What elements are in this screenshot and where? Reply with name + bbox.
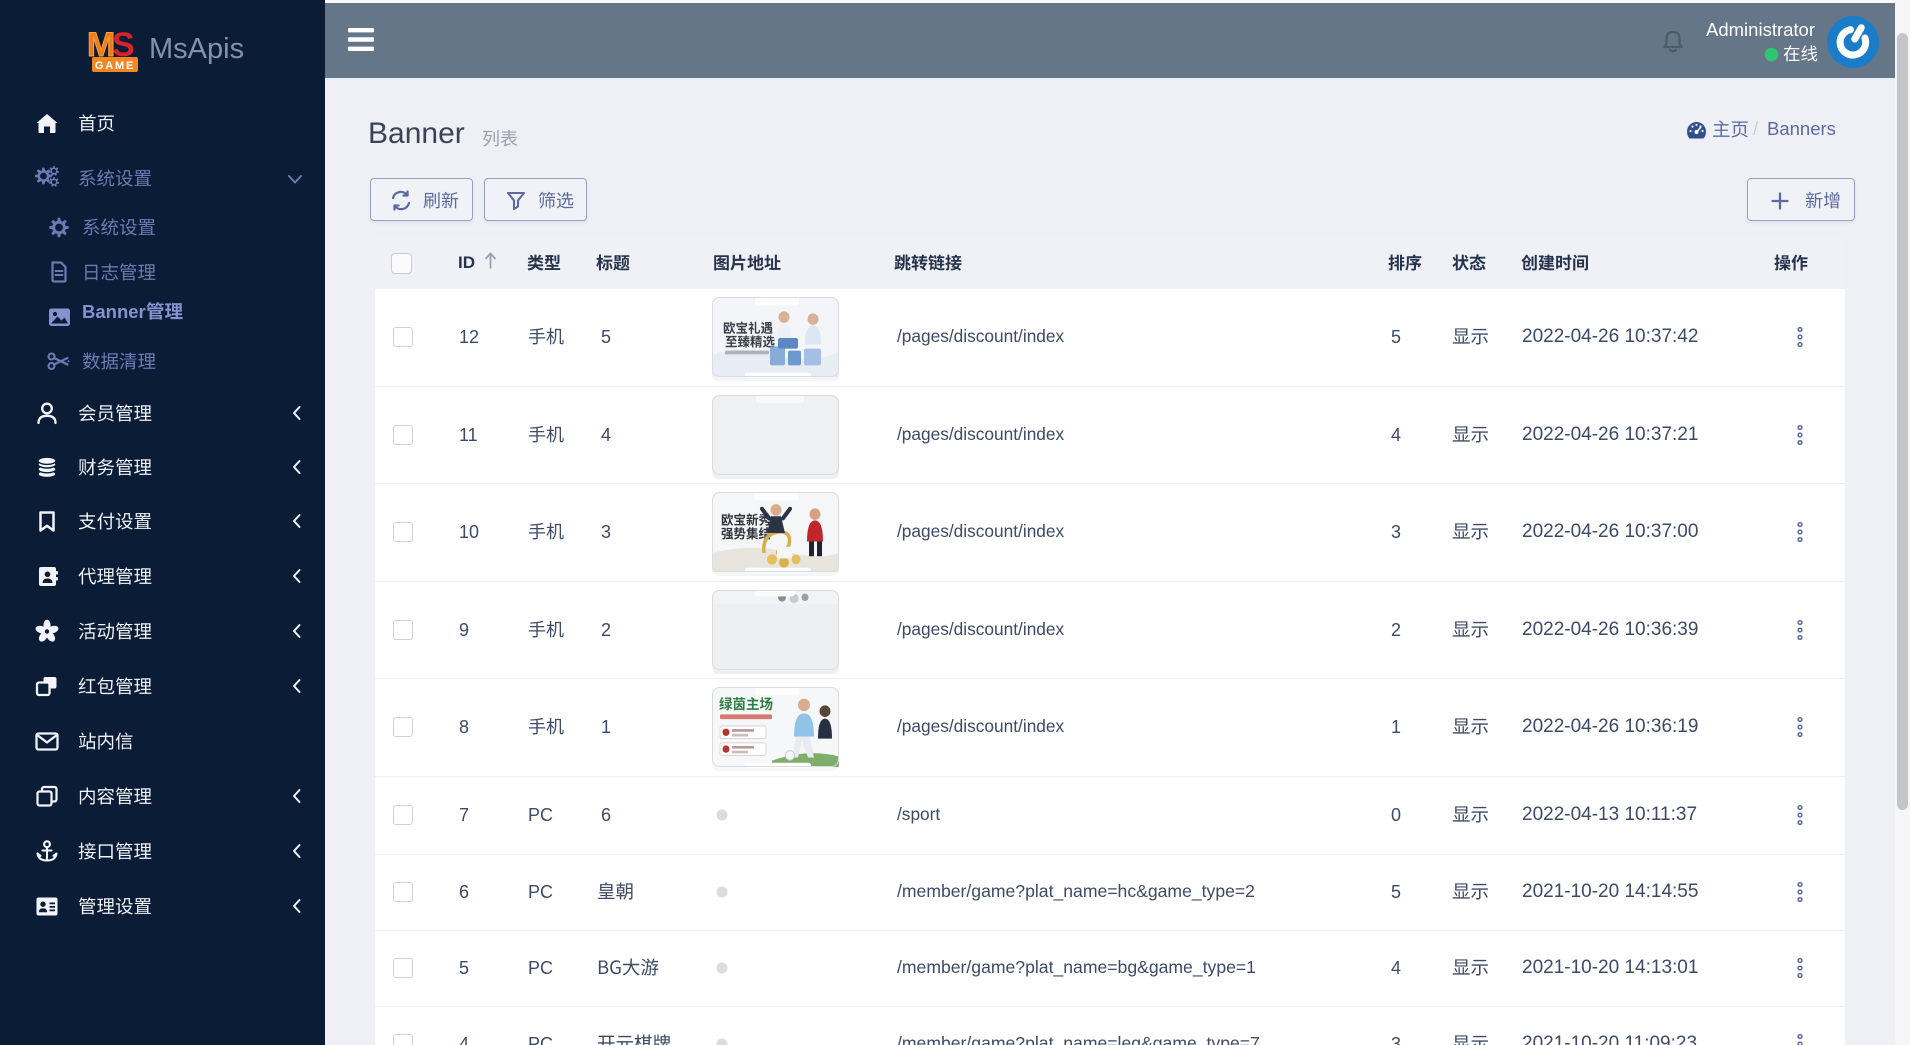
svg-text:GAME: GAME — [95, 60, 135, 72]
